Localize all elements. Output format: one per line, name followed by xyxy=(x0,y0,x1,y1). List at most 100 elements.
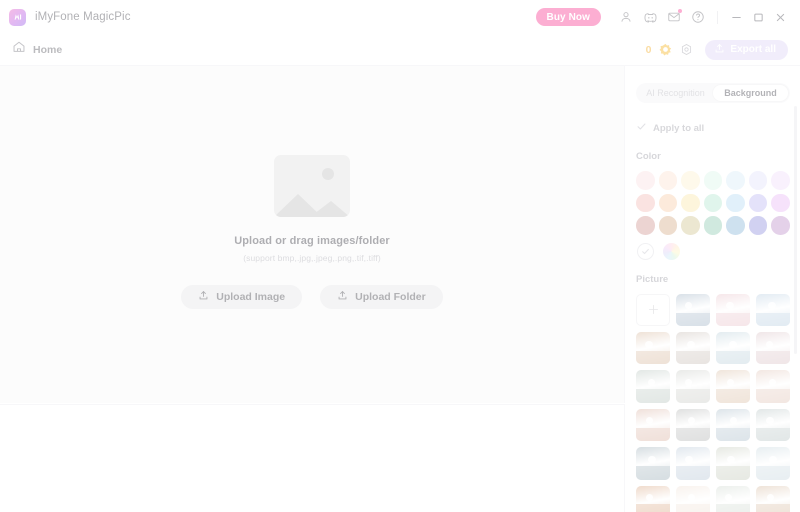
picture-thumbnail[interactable] xyxy=(756,485,790,512)
help-icon[interactable] xyxy=(686,5,710,29)
picture-thumbnail[interactable] xyxy=(756,408,790,442)
thumbnail-highlight xyxy=(684,378,693,386)
color-swatch[interactable] xyxy=(636,216,655,235)
picture-thumbnail[interactable] xyxy=(756,370,790,403)
tab-background[interactable]: Background xyxy=(713,85,788,101)
thumbnail-foreground xyxy=(756,350,790,365)
thumbnail-foreground xyxy=(756,389,790,403)
upload-drop-area[interactable]: Upload or drag images/folder (support bm… xyxy=(0,66,625,403)
app-title: iMyFone MagicPic xyxy=(35,11,131,23)
color-swatch[interactable] xyxy=(681,216,700,235)
upload-icon xyxy=(337,290,348,304)
color-swatch[interactable] xyxy=(703,171,723,190)
minimize-button[interactable] xyxy=(725,6,747,28)
thumbnail-highlight xyxy=(766,417,774,425)
color-wheel-icon[interactable] xyxy=(663,242,680,260)
maximize-button[interactable] xyxy=(747,6,769,28)
color-swatch[interactable] xyxy=(771,216,791,235)
picture-thumbnail[interactable] xyxy=(756,332,790,365)
thumbnail-highlight xyxy=(726,378,735,386)
account-icon[interactable] xyxy=(614,5,638,29)
upload-icon xyxy=(198,290,209,304)
picture-thumbnail[interactable] xyxy=(676,408,710,442)
magicpic-logo-icon xyxy=(9,8,26,26)
thumbnail-highlight xyxy=(645,417,654,425)
thumbnail-highlight xyxy=(685,455,693,463)
credit-count: 0 xyxy=(645,43,652,56)
thumbnail-highlight xyxy=(729,417,737,425)
thumbnail-foreground xyxy=(636,466,670,480)
picture-thumbnail[interactable] xyxy=(676,485,710,512)
picture-thumbnail[interactable] xyxy=(676,447,710,480)
thumbnail-foreground xyxy=(636,389,670,403)
thumbnail-foreground xyxy=(636,427,670,442)
color-swatch[interactable] xyxy=(748,193,768,213)
thumbnail-foreground xyxy=(716,389,750,403)
export-all-button[interactable]: Export all xyxy=(705,39,788,60)
picture-thumbnail[interactable] xyxy=(636,332,670,365)
settings-hex-icon[interactable] xyxy=(680,43,693,56)
add-picture-button[interactable] xyxy=(636,293,670,327)
panel-scrollbar[interactable] xyxy=(794,106,797,354)
color-swatch[interactable] xyxy=(658,171,678,190)
thumbnail-highlight xyxy=(768,378,777,386)
thumbnail-foreground xyxy=(756,466,790,480)
color-swatch[interactable] xyxy=(658,193,678,213)
thumbnail-highlight xyxy=(648,455,656,463)
color-swatch[interactable] xyxy=(681,171,700,190)
picture-thumbnail[interactable] xyxy=(716,370,750,403)
color-swatch[interactable] xyxy=(703,193,723,213)
upload-image-button[interactable]: Upload Image xyxy=(181,284,303,309)
apply-to-all-checkbox[interactable]: Apply to all xyxy=(636,119,800,137)
mail-icon[interactable] xyxy=(662,5,686,29)
upload-folder-button[interactable]: Upload Folder xyxy=(320,284,443,309)
picture-thumbnail[interactable] xyxy=(716,332,750,365)
picture-thumbnail[interactable] xyxy=(636,408,670,442)
picture-thumbnail[interactable] xyxy=(636,370,670,403)
thumbnail-highlight xyxy=(729,340,737,348)
thumbnail-foreground xyxy=(676,312,710,327)
color-swatch[interactable] xyxy=(771,171,791,190)
close-button[interactable] xyxy=(769,6,791,28)
thumbnail-highlight xyxy=(687,340,695,348)
color-swatch[interactable] xyxy=(748,171,768,190)
home-label: Home xyxy=(33,43,63,56)
picture-thumbnail[interactable] xyxy=(636,485,670,512)
picture-section-label: Picture xyxy=(636,273,669,285)
thumbnail-foreground xyxy=(716,466,750,480)
buy-now-button[interactable]: Buy Now xyxy=(535,8,601,26)
color-swatch[interactable] xyxy=(658,216,678,235)
picture-thumbnail[interactable] xyxy=(756,293,790,327)
picture-thumbnail[interactable] xyxy=(676,332,710,365)
color-swatch[interactable] xyxy=(726,193,745,213)
color-swatch[interactable] xyxy=(726,216,745,235)
home-button[interactable]: Home xyxy=(12,40,62,59)
upload-actions: Upload Image Upload Folder xyxy=(181,284,443,309)
color-swatch[interactable] xyxy=(771,193,791,213)
picture-thumbnail[interactable] xyxy=(716,293,750,327)
color-swatch[interactable] xyxy=(636,193,655,213)
color-swatch[interactable] xyxy=(703,216,723,235)
titlebar-actions: Buy Now xyxy=(535,5,791,29)
tab-ai-recognition[interactable]: AI Recognition xyxy=(638,85,713,101)
picture-thumbnail[interactable] xyxy=(636,447,670,480)
picture-thumbnail[interactable] xyxy=(676,370,710,403)
thumbnail-foreground xyxy=(716,350,750,365)
thumbnail-highlight xyxy=(684,302,692,310)
picture-thumbnail[interactable] xyxy=(716,447,750,480)
color-swatch[interactable] xyxy=(726,171,745,190)
export-all-label: Export all xyxy=(730,44,776,55)
thumbnail-highlight xyxy=(727,455,735,463)
coin-icon[interactable] xyxy=(659,43,672,56)
thumbnail-highlight xyxy=(766,494,775,502)
color-swatch[interactable] xyxy=(748,216,768,235)
no-color-swatch[interactable] xyxy=(637,242,654,260)
picture-thumbnail[interactable] xyxy=(756,447,790,480)
color-swatch[interactable] xyxy=(681,193,700,213)
picture-thumbnail[interactable] xyxy=(716,408,750,442)
picture-thumbnail[interactable] xyxy=(676,293,710,327)
discord-icon[interactable] xyxy=(638,5,662,29)
picture-thumbnail[interactable] xyxy=(716,485,750,512)
upload-folder-label: Upload Folder xyxy=(355,290,426,303)
color-swatch[interactable] xyxy=(636,171,655,190)
